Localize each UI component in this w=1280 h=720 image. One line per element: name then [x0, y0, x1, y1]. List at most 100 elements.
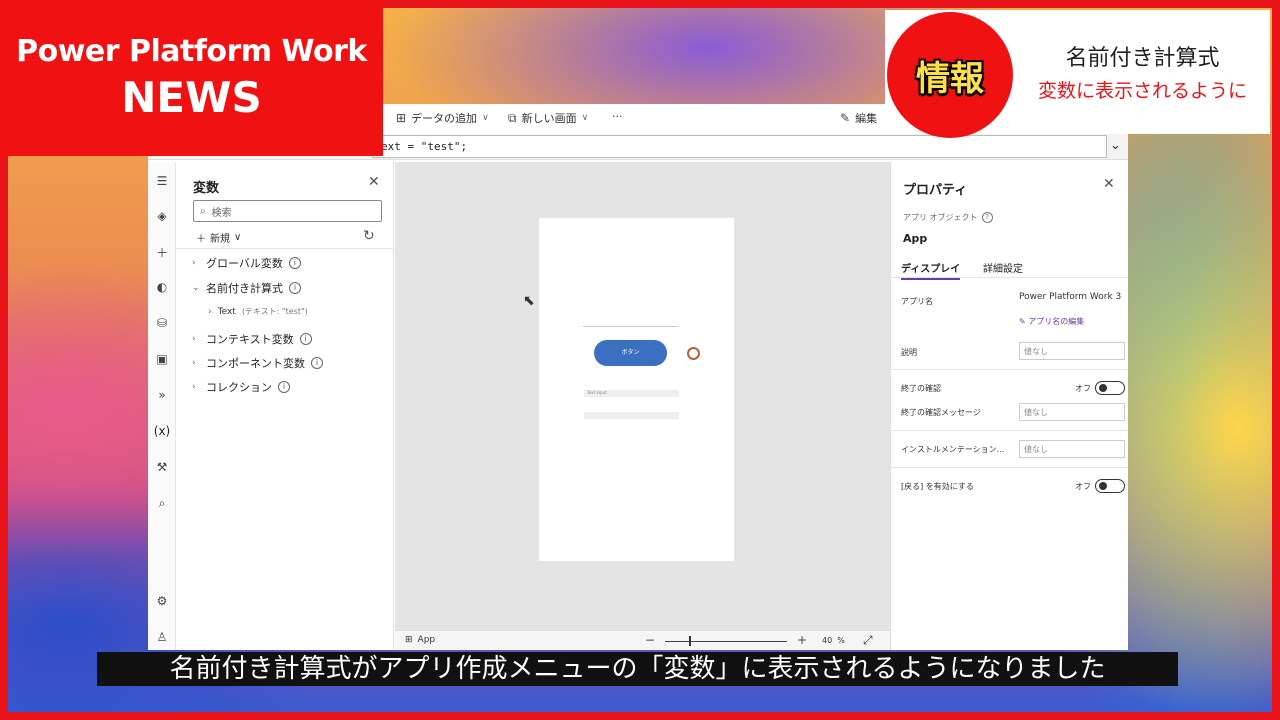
- title-banner: Power Platform Work NEWS: [0, 0, 383, 156]
- info-icon[interactable]: i: [289, 282, 301, 294]
- description-field[interactable]: 値なし: [1019, 342, 1125, 360]
- chevron-down-icon: ⌄: [192, 283, 200, 293]
- tree-item-label: コレクション: [206, 381, 272, 394]
- divider: [891, 467, 1128, 468]
- expand-icon[interactable]: ⤢: [863, 633, 873, 648]
- screen-label-line: [583, 326, 678, 327]
- description-label: 説明: [901, 348, 917, 357]
- media-icon[interactable]: ▣: [153, 352, 171, 366]
- app-name-value: Power Platform Work 3: [1019, 292, 1122, 302]
- close-icon[interactable]: ✕: [368, 174, 380, 190]
- canvas-area[interactable]: ボタン Text input ⬉: [395, 162, 890, 630]
- power-automate-icon[interactable]: »: [153, 388, 171, 402]
- enable-back-label: [戻る] を有効にする: [901, 482, 974, 491]
- zoom-slider[interactable]: [665, 641, 787, 642]
- new-screen-button[interactable]: ⧉ 新しい画面 ∨: [508, 110, 588, 126]
- chevron-down-icon[interactable]: ⌄: [1110, 138, 1121, 153]
- banner-line1: Power Platform Work: [16, 34, 367, 69]
- tree-item-collections[interactable]: › コレクション i: [192, 379, 290, 395]
- formula-input[interactable]: ext = "test";: [372, 135, 1107, 158]
- screen-text-input[interactable]: Text input: [584, 390, 679, 397]
- screen-selector[interactable]: ⊞ App: [405, 635, 435, 645]
- screen-dropdown[interactable]: [584, 412, 679, 419]
- tree-item-context[interactable]: › コンテキスト変数 i: [192, 331, 312, 347]
- confirm-exit-message-field[interactable]: 値なし: [1019, 403, 1125, 421]
- chevron-down-icon: ∨: [581, 113, 589, 123]
- enable-back-toggle[interactable]: [1095, 479, 1125, 493]
- zoom-out-button[interactable]: −: [645, 633, 655, 647]
- info-icon[interactable]: i: [278, 381, 290, 393]
- tree-sub-item-text[interactable]: › Text (テキスト: "test"): [208, 306, 308, 317]
- plus-icon: ＋: [196, 234, 206, 245]
- new-label: 新規: [210, 234, 230, 245]
- confirm-exit-message-label: 終了の確認メッセージ: [901, 408, 981, 417]
- info-icon[interactable]: i: [288, 257, 301, 269]
- more-button[interactable]: ···: [612, 110, 623, 123]
- sub-item-name: Text: [217, 306, 236, 317]
- app-name-label: アプリ名: [901, 297, 933, 306]
- variables-icon[interactable]: (x): [153, 424, 171, 438]
- tree-item-component[interactable]: › コンポーネント変数 i: [192, 355, 323, 371]
- add-data-button[interactable]: ⊞ データの追加 ∨: [396, 110, 489, 126]
- confirm-exit-state: オフ: [1075, 384, 1091, 393]
- chevron-right-icon: ›: [208, 306, 212, 317]
- tab-display[interactable]: ディスプレイ: [901, 260, 961, 280]
- tree-icon: ⊞: [405, 635, 413, 645]
- properties-panel: プロパティ ✕ アプリ オブジェクト ? App ディスプレイ 詳細設定 アプリ…: [890, 162, 1128, 650]
- status-bar: ⊞ App − + 40 % ⤢: [395, 630, 890, 650]
- tree-item-global[interactable]: › グローバル変数 i: [192, 255, 301, 271]
- confirm-exit-toggle[interactable]: [1095, 381, 1125, 395]
- power-apps-studio: ⊞ データの追加 ∨ ⧉ 新しい画面 ∨ ··· ✎ 編集 ext = "tes…: [148, 104, 1128, 650]
- pencil-icon: ✎: [840, 111, 851, 125]
- search-input[interactable]: ⌕ 検索: [193, 200, 382, 222]
- instrumentation-label: インストルメンテーション...: [901, 445, 1005, 454]
- edit-button[interactable]: ✎ 編集: [840, 110, 877, 126]
- user-icon[interactable]: ♙: [153, 630, 171, 644]
- zoom-number: 40: [822, 636, 833, 645]
- info-title: 名前付き計算式: [1065, 46, 1220, 71]
- properties-title: プロパティ: [903, 183, 968, 198]
- help-icon[interactable]: ?: [981, 212, 993, 223]
- layers-icon[interactable]: ◈: [153, 209, 171, 223]
- chevron-down-icon: ∨: [482, 113, 489, 123]
- info-card: 情報 名前付き計算式 変数に表示されるように: [885, 10, 1270, 138]
- sub-item-detail: (テキスト: "test"): [241, 307, 308, 316]
- zoom-in-button[interactable]: +: [797, 633, 807, 647]
- data-icon[interactable]: ⛁: [153, 316, 171, 330]
- object-type: アプリ オブジェクト ?: [903, 212, 993, 223]
- screen-button[interactable]: ボタン: [594, 340, 667, 366]
- palette-icon[interactable]: ◐: [153, 280, 171, 294]
- tree-item-label: 名前付き計算式: [206, 282, 283, 295]
- object-type-label: アプリ オブジェクト: [903, 213, 978, 222]
- gear-icon[interactable]: ⚙: [153, 594, 171, 608]
- add-data-label: データの追加: [411, 112, 478, 125]
- tree-item-label: コンテキスト変数: [206, 333, 294, 346]
- divider: [176, 248, 394, 249]
- instrumentation-field[interactable]: 値なし: [1019, 440, 1125, 458]
- info-badge-text: 情報: [916, 58, 984, 99]
- zoom-slider-thumb[interactable]: [689, 636, 691, 646]
- info-icon[interactable]: i: [299, 333, 312, 345]
- refresh-icon[interactable]: ↻: [363, 228, 375, 244]
- tools-icon[interactable]: ⚒: [153, 460, 171, 474]
- menu-icon[interactable]: ☰: [153, 174, 171, 188]
- tree-item-named-formulas[interactable]: ⌄ 名前付き計算式 i: [192, 280, 301, 296]
- edit-app-name-label: アプリ名の編集: [1028, 317, 1085, 326]
- edit-app-name-link[interactable]: ✎ アプリ名の編集: [1019, 316, 1084, 327]
- close-icon[interactable]: ✕: [1103, 176, 1115, 192]
- tab-advanced[interactable]: 詳細設定: [983, 260, 1023, 275]
- properties-tabs: ディスプレイ 詳細設定: [891, 254, 1128, 280]
- zoom-value: 40 %: [822, 636, 845, 645]
- info-icon[interactable]: i: [311, 357, 323, 369]
- chevron-right-icon: ›: [192, 358, 196, 368]
- new-button[interactable]: ＋ 新規 ∨: [196, 230, 241, 245]
- app-screen-preview[interactable]: ボタン Text input: [539, 218, 734, 561]
- search-icon[interactable]: ⌕: [153, 496, 171, 511]
- video-caption: 名前付き計算式がアプリ作成メニューの「変数」に表示されるようになりました: [97, 652, 1178, 686]
- screen-circle-shape[interactable]: [687, 347, 700, 360]
- database-icon: ⊞: [396, 111, 407, 125]
- add-icon[interactable]: ＋: [153, 244, 171, 261]
- variables-title: 変数: [193, 181, 220, 196]
- object-name: App: [903, 232, 928, 245]
- zoom-unit: %: [837, 636, 845, 645]
